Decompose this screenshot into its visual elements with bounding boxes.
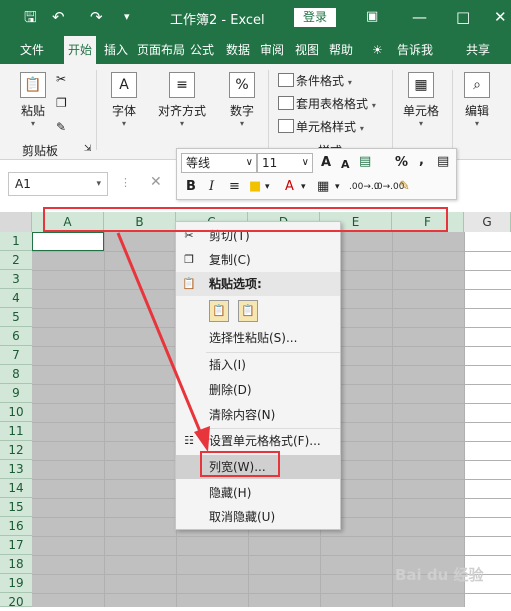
arrow-shaft: [116, 232, 208, 447]
arrow-head: [194, 426, 210, 452]
watermark: Bai du 经验: [395, 566, 484, 584]
annotation-arrow: [116, 232, 210, 452]
